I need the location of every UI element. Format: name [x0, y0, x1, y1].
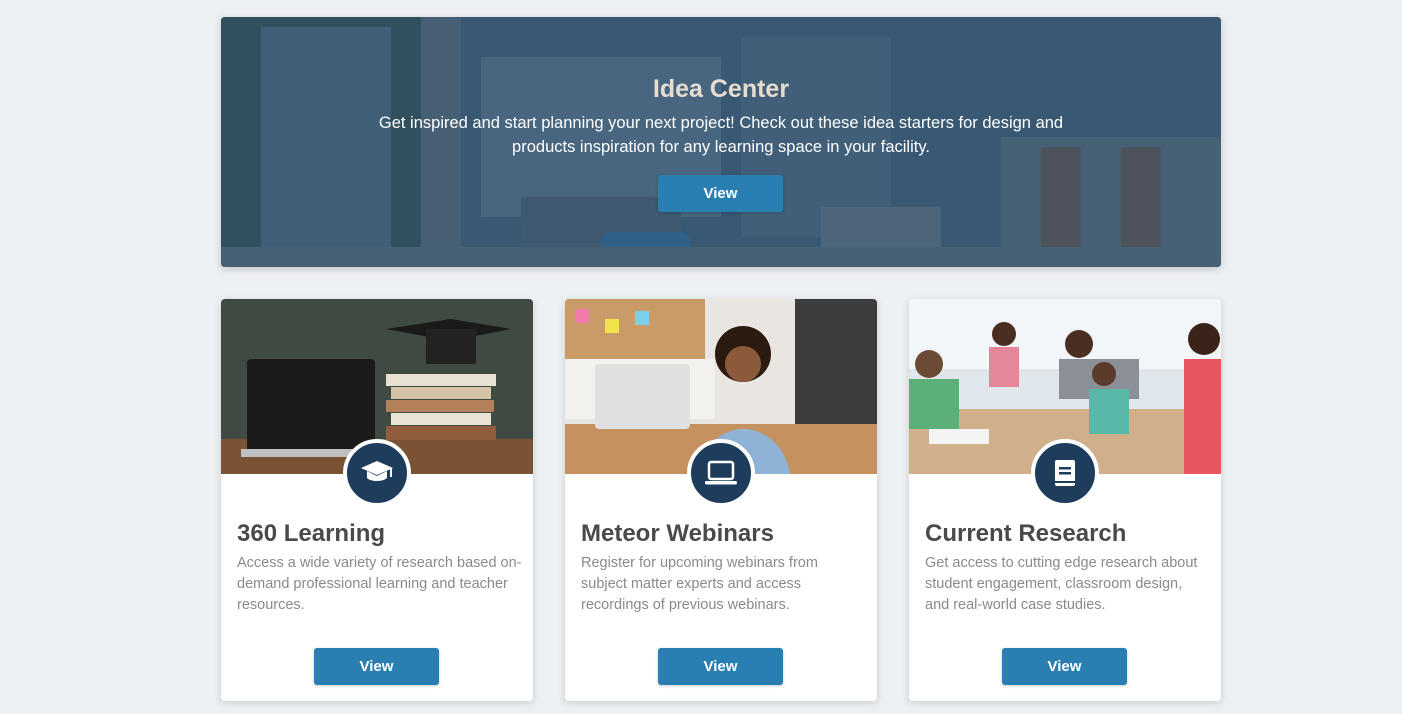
idea-center-view-button[interactable]: View	[658, 175, 783, 212]
hero-title: Idea Center	[652, 75, 790, 103]
meteor-webinars-view-button[interactable]: View	[658, 648, 783, 685]
card-current-research: Current Research Get access to cutting e…	[909, 299, 1221, 701]
graduation-cap-icon	[343, 439, 411, 507]
card-360-learning: 360 Learning Access a wide variety of re…	[221, 299, 533, 701]
card-meteor-webinars: Meteor Webinars Register for upcoming we…	[565, 299, 877, 701]
card-title: 360 Learning	[237, 520, 386, 547]
idea-center-banner: Idea Center Get inspired and start plann…	[221, 17, 1221, 267]
book-icon	[1031, 439, 1099, 507]
card-description: Register for upcoming webinars from subj…	[581, 555, 818, 613]
card-description: Get access to cutting edge research abou…	[925, 555, 1198, 613]
card-title: Meteor Webinars	[581, 520, 774, 547]
360-learning-view-button[interactable]: View	[314, 648, 439, 685]
page: Idea Center Get inspired and start plann…	[0, 0, 1402, 714]
current-research-view-button[interactable]: View	[1002, 648, 1127, 685]
card-title: Current Research	[925, 520, 1127, 547]
card-description: Access a wide variety of research based …	[237, 555, 522, 613]
hero-description: Get inspired and start planning your nex…	[378, 114, 1064, 156]
laptop-icon	[687, 439, 755, 507]
hero-content: Idea Center Get inspired and start plann…	[221, 17, 1221, 267]
